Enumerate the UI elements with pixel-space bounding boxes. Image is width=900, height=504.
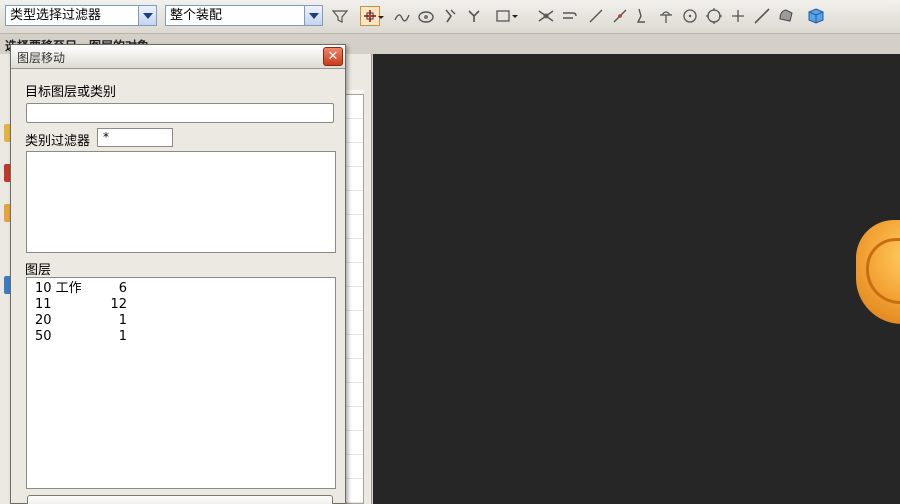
category-filter-input[interactable]: * [97,128,173,147]
main-toolbar: 类型选择过滤器 整个装配 [0,0,900,34]
intersection-icon[interactable] [536,6,556,26]
select-objects-button[interactable] [27,495,333,504]
layers-list[interactable]: 10 工作 6 11 12 20 1 50 1 [26,277,336,489]
layer-name: 10 工作 [35,281,82,296]
select-rect-icon[interactable] [493,6,518,26]
layer-count: 1 [118,329,127,344]
cube-icon[interactable] [806,6,826,26]
layer-name: 11 [35,297,52,312]
type-filter-dropdown-arrow[interactable] [138,6,156,25]
layer-count: 1 [118,313,127,328]
close-icon[interactable]: ✕ [323,47,343,66]
category-filter-label: 类别过滤器 [25,134,91,149]
snap-point-icon[interactable] [360,6,384,26]
target-layer-label: 目标图层或类别 [25,85,117,100]
sketch-icon[interactable] [416,6,436,26]
graphics-viewport[interactable] [373,54,900,504]
plus-icon[interactable] [728,6,748,26]
dialog-titlebar[interactable]: 图层移动 ✕ [11,45,345,69]
layer-move-dialog: 图层移动 ✕ 目标图层或类别 类别过滤器 * 图层 10 工作 6 11 12 … [10,44,346,504]
circle-icon[interactable] [680,6,700,26]
spline-icon[interactable] [632,6,652,26]
layer-name: 20 [35,313,52,328]
scope-dropdown-arrow[interactable] [304,6,322,25]
drag-handle-icon[interactable] [464,6,484,26]
scope-combo[interactable]: 整个装配 [165,5,323,26]
type-filter-combo[interactable]: 类型选择过滤器 [5,5,157,26]
type-filter-value: 类型选择过滤器 [10,8,102,23]
layer-count: 6 [118,281,127,296]
category-list[interactable] [26,151,336,253]
dialog-title: 图层移动 [17,51,66,65]
layers-label: 图层 [25,263,52,278]
point-line-icon[interactable] [610,6,630,26]
layer-count: 12 [110,297,127,312]
curve-icon[interactable] [392,6,412,26]
arc-icon[interactable] [656,6,676,26]
sphere-icon[interactable] [704,6,724,26]
shaded-view-icon[interactable] [776,6,796,26]
target-layer-input[interactable] [26,103,334,123]
diagonal-line-icon[interactable] [752,6,772,26]
layer-name: 50 [35,329,52,344]
rotate-icon[interactable] [440,6,460,26]
orange-part-model[interactable] [856,220,900,324]
scope-value: 整个装配 [170,8,223,23]
line-icon[interactable] [586,6,606,26]
filter-icon[interactable] [330,6,350,26]
offset-curve-icon[interactable] [560,6,580,26]
